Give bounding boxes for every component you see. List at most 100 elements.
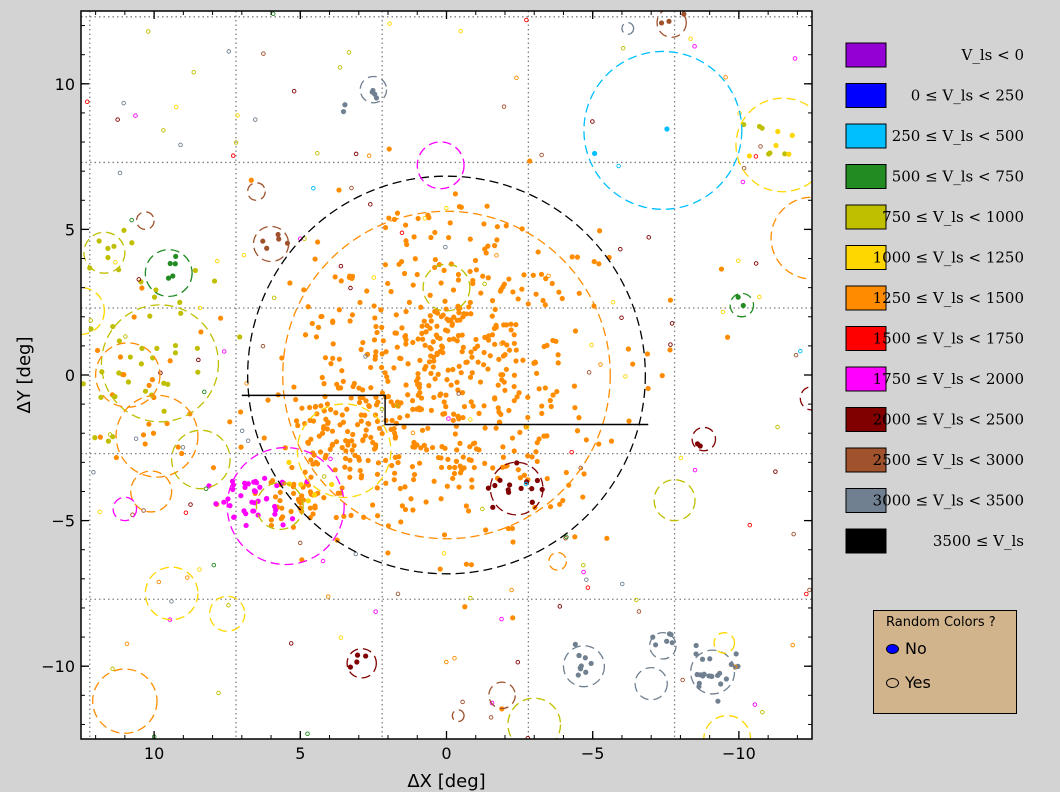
data-point	[330, 341, 336, 347]
data-point	[395, 459, 401, 466]
data-point	[664, 638, 670, 644]
data-point	[547, 504, 554, 510]
data-point	[328, 361, 334, 367]
data-point	[451, 411, 457, 417]
data-point	[502, 387, 508, 393]
data-point	[391, 365, 397, 371]
data-point	[547, 397, 553, 404]
data-point	[140, 432, 147, 438]
radio-option-yes[interactable]: Yes	[886, 673, 931, 692]
data-point	[330, 319, 336, 325]
data-point	[291, 384, 297, 390]
data-point	[293, 418, 300, 424]
data-point	[424, 322, 430, 329]
data-point	[142, 388, 149, 394]
data-point	[508, 321, 514, 327]
data-point	[310, 461, 316, 467]
data-point	[484, 203, 490, 209]
data-point	[113, 454, 119, 461]
y-tick-label-3: −5	[51, 512, 75, 531]
data-point	[173, 253, 179, 260]
data-point	[497, 477, 503, 483]
data-point	[540, 297, 546, 304]
radio-button-no[interactable]	[886, 643, 899, 654]
data-point	[500, 372, 506, 378]
data-point	[460, 454, 466, 460]
data-point	[355, 454, 362, 461]
data-point	[440, 312, 446, 318]
data-point	[394, 210, 401, 216]
data-point	[441, 267, 447, 273]
data-point	[393, 312, 399, 318]
data-point	[374, 513, 381, 519]
data-point	[482, 334, 488, 340]
data-point	[452, 464, 458, 471]
data-point	[608, 438, 615, 444]
data-point	[699, 656, 706, 662]
data-point	[658, 20, 665, 26]
data-point	[139, 285, 145, 291]
data-point	[438, 280, 444, 286]
data-point	[139, 345, 145, 351]
data-point	[432, 229, 438, 236]
data-point	[290, 490, 297, 497]
data-point	[391, 477, 397, 483]
data-point	[520, 357, 526, 363]
data-point	[111, 243, 117, 249]
data-point	[511, 340, 517, 347]
radio-label-no: No	[905, 639, 927, 658]
data-point	[466, 304, 472, 310]
data-point	[444, 316, 450, 322]
data-point	[54, 331, 59, 336]
radio-option-no[interactable]: No	[886, 639, 927, 658]
data-point	[262, 475, 268, 481]
data-point	[384, 374, 390, 380]
y-tick-label-2: 0	[65, 366, 75, 385]
data-point	[525, 414, 531, 421]
data-point	[371, 303, 377, 309]
data-point	[364, 288, 370, 294]
data-point	[392, 435, 398, 441]
data-point	[506, 407, 512, 414]
data-point	[357, 467, 363, 474]
data-point	[349, 273, 356, 279]
data-point	[456, 484, 462, 490]
data-point	[461, 403, 468, 410]
data-point	[363, 427, 369, 433]
data-point	[441, 532, 448, 538]
data-point	[435, 371, 441, 377]
data-point	[527, 158, 533, 164]
data-point	[438, 455, 444, 461]
radio-button-yes[interactable]	[886, 677, 899, 688]
data-point	[718, 266, 725, 272]
data-point	[227, 503, 233, 509]
data-point	[715, 698, 721, 704]
data-point	[365, 420, 371, 427]
data-point	[243, 511, 249, 517]
data-point	[260, 238, 266, 244]
data-point	[505, 525, 511, 532]
data-point	[192, 267, 198, 274]
data-point	[382, 262, 388, 268]
data-point	[278, 516, 284, 522]
random-colors-panel: Random Colors ? No Yes	[873, 610, 1017, 714]
data-point	[694, 441, 701, 447]
data-point	[151, 294, 158, 300]
data-point	[416, 381, 423, 387]
legend-swatch-12	[845, 528, 887, 554]
data-point	[495, 382, 501, 388]
data-point	[560, 497, 566, 504]
data-point	[442, 298, 448, 304]
data-point	[268, 517, 274, 523]
data-point	[321, 381, 327, 387]
data-point	[396, 261, 402, 267]
data-point	[485, 275, 491, 281]
data-point	[503, 322, 510, 328]
data-point	[501, 379, 507, 385]
data-point	[426, 383, 432, 389]
data-point	[530, 272, 536, 278]
data-point	[580, 494, 586, 500]
data-point	[243, 522, 249, 529]
data-point	[305, 304, 311, 310]
data-point	[491, 325, 497, 332]
